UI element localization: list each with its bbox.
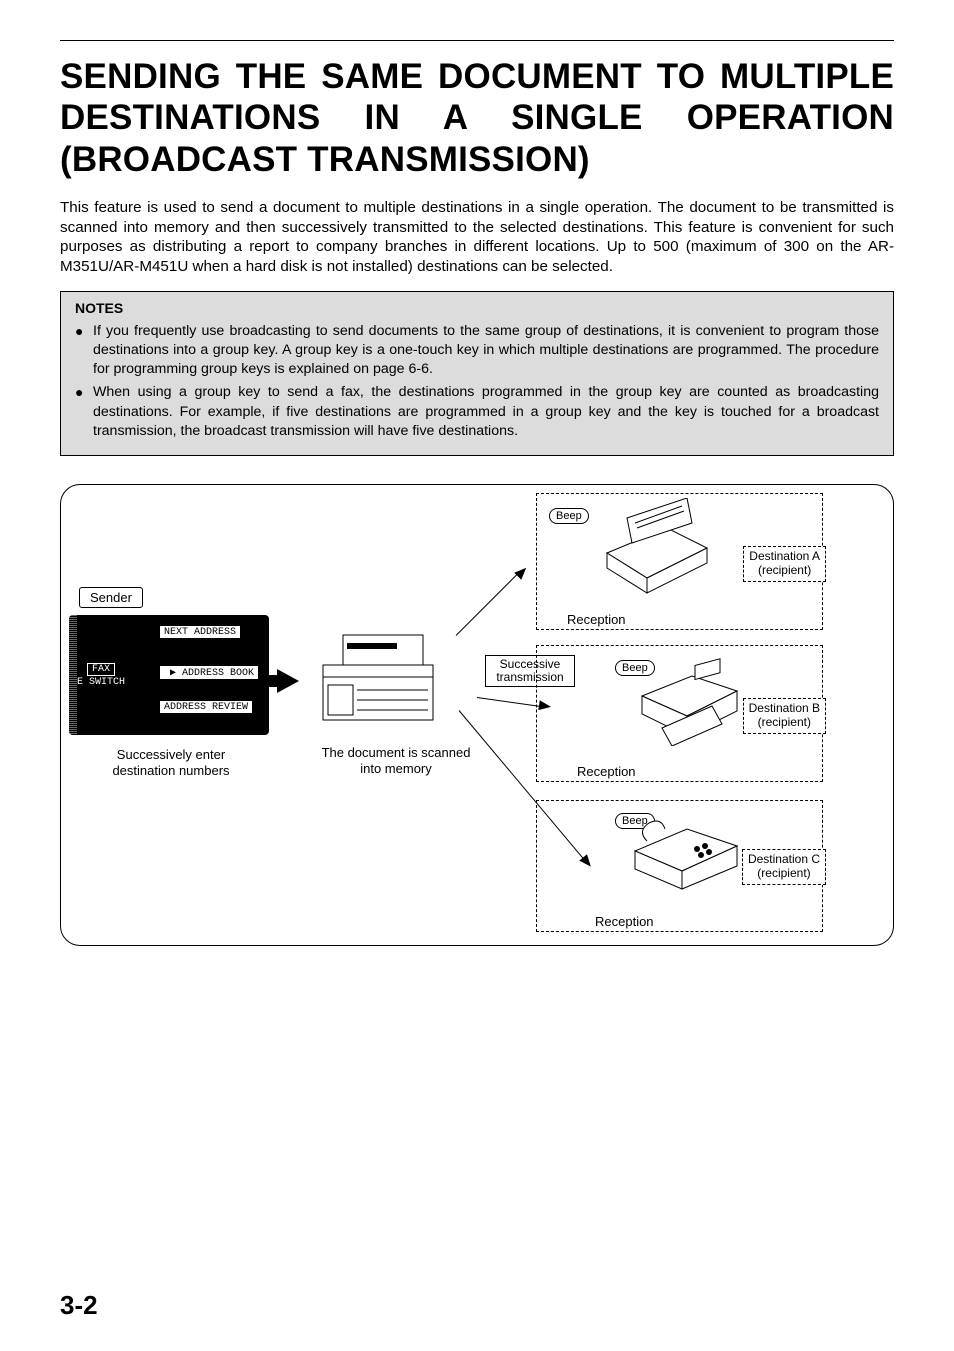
note-item: When using a group key to send a fax, th…	[75, 383, 879, 441]
note-item: If you frequently use broadcasting to se…	[75, 322, 879, 380]
destination-b-label: Destination B (recipient)	[743, 698, 826, 734]
scanner-icon	[313, 625, 453, 735]
sender-label: Sender	[79, 587, 143, 608]
reception-label: Reception	[595, 914, 654, 929]
fax-machine-icon	[627, 811, 747, 901]
intro-paragraph: This feature is used to send a document …	[60, 198, 894, 277]
destination-c-label: Destination C (recipient)	[742, 849, 826, 885]
arrowhead-icon	[514, 564, 530, 580]
address-book-key: ▶ ADDRESS BOOK	[159, 665, 259, 680]
destination-a-label: Destination A (recipient)	[743, 546, 826, 582]
arrow-line	[456, 571, 520, 635]
scan-caption: The document is scanned into memory	[311, 745, 481, 776]
address-review-key: ADDRESS REVIEW	[159, 700, 253, 714]
fax-machine-icon	[597, 498, 717, 598]
notes-heading: NOTES	[75, 300, 879, 316]
broadcast-diagram: Sender NEXT ADDRESS FAX E SWITCH ▶ ADDRE…	[60, 484, 894, 946]
destination-b-group: Beep Destination B (recipient) Reception	[536, 645, 823, 782]
page-title: SENDING THE SAME DOCUMENT TO MULTIPLE DE…	[60, 56, 894, 180]
arrow-icon	[277, 669, 299, 693]
reception-label: Reception	[567, 612, 626, 627]
page-number: 3-2	[60, 1290, 98, 1321]
destination-a-group: Beep Destination A (recipient) Reception	[536, 493, 823, 630]
beep-label: Beep	[549, 508, 589, 524]
reception-label: Reception	[577, 764, 636, 779]
arrow-line	[477, 697, 544, 707]
control-panel: NEXT ADDRESS FAX E SWITCH ▶ ADDRESS BOOK…	[69, 615, 269, 735]
fax-tab: FAX	[87, 663, 115, 676]
panel-caption: Successively enter destination numbers	[91, 747, 251, 778]
fax-machine-icon	[637, 656, 747, 746]
notes-box: NOTES If you frequently use broadcasting…	[60, 291, 894, 456]
next-address-key: NEXT ADDRESS	[159, 625, 241, 639]
destination-c-group: Beep Destination C (recipient) Reception	[536, 800, 823, 932]
switch-label: E SWITCH	[77, 677, 125, 688]
